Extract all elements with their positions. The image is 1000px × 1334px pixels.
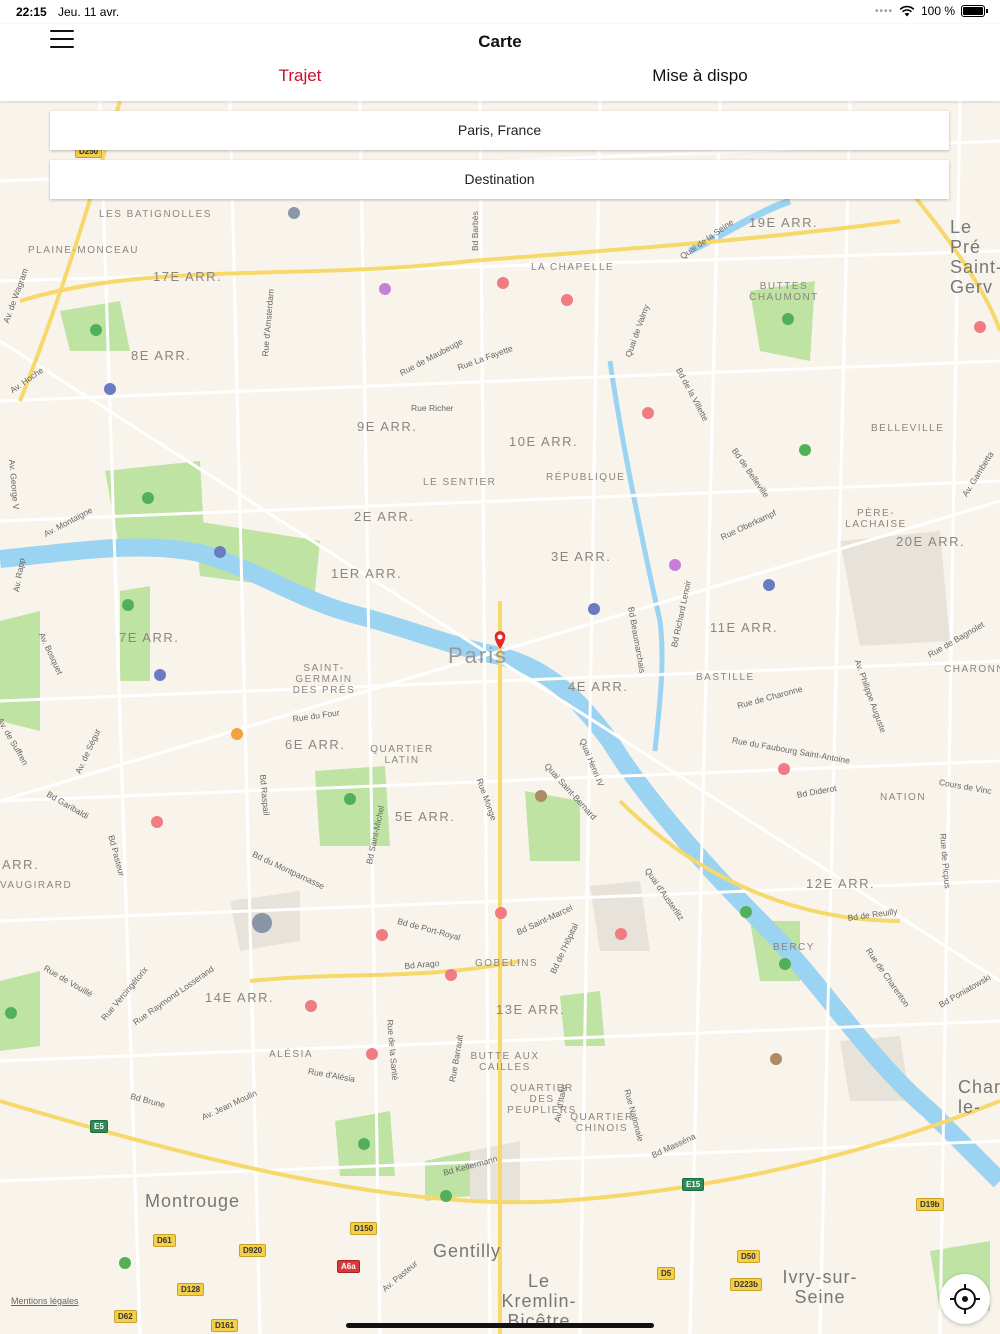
neighborhood-label: QUARTIER CHINOIS [570,1112,634,1134]
route-shield: D19b [916,1198,944,1211]
neighborhood-label: ALÉSIA [269,1049,314,1060]
district-label: 3E ARR. [551,549,612,564]
neighborhood-label: BASTILLE [696,672,755,683]
neighborhood-label: SAINT-GERMAIN DES PRÉS [292,663,356,696]
district-label: 20E ARR. [896,534,966,549]
district-label: 2E ARR. [354,509,415,524]
neighborhood-label: PÈRE-LACHAISE [845,508,907,530]
locate-me-button[interactable] [940,1274,990,1324]
district-label: 1ER ARR. [331,566,403,581]
route-shield: A6a [337,1260,360,1273]
route-shield: D128 [177,1283,205,1296]
neighborhood-label: BUTTES CHAUMONT [749,281,819,303]
city-label: Paris [448,643,509,668]
town-label: Char le- [958,1077,1000,1117]
district-label: 8E ARR. [131,348,192,363]
status-date: Jeu. 11 avr. [58,5,120,19]
navigation-header: Carte Trajet Mise à dispo [0,24,1000,101]
district-label: 6E ARR. [285,737,346,752]
home-indicator [346,1323,654,1328]
neighborhood-label: BERCY [773,942,815,953]
district-label: ARR. [2,857,40,872]
town-label: Ivry-sur-Seine [782,1267,858,1307]
map-view[interactable]: 17E ARR. 8E ARR. 9E ARR. 10E ARR. 19E AR… [0,101,1000,1334]
district-label: 7E ARR. [119,630,180,645]
battery-percent: 100 % [920,4,955,18]
district-label: 9E ARR. [357,419,418,434]
street-label: Rue Richer [411,403,454,413]
battery-icon [961,5,985,17]
destination-field[interactable]: Destination [50,160,949,199]
neighborhood-label: RÉPUBLIQUE [546,472,626,483]
tab-mise-a-dispo[interactable]: Mise à dispo [450,66,950,86]
status-bar: 22:15 Jeu. 11 avr. •••• 100 % [0,0,1000,24]
route-shield: D150 [350,1222,378,1235]
route-shield: E5 [90,1120,108,1133]
district-label: 12E ARR. [806,876,876,891]
district-label: 4E ARR. [568,679,629,694]
route-shield: E15 [682,1178,705,1191]
district-label: 14E ARR. [205,990,275,1005]
neighborhood-label: LE SENTIER [423,477,497,488]
street-label: Bd Barbès [470,211,480,251]
neighborhood-label: LES BATIGNOLLES [99,209,212,220]
neighborhood-label: CHARONN [944,664,1000,675]
crosshair-icon [950,1284,980,1314]
wifi-icon [899,5,915,17]
page-title: Carte [478,32,522,51]
neighborhood-label: LA CHAPELLE [531,262,615,273]
map-canvas[interactable] [0,101,1000,1334]
district-label: 11E ARR. [710,620,779,635]
route-shield: D5 [657,1267,676,1280]
district-label: 19E ARR. [749,215,819,230]
neighborhood-label: GOBELINS [475,958,539,969]
neighborhood-label: NATION [880,792,927,803]
route-shield: D223b [730,1278,763,1291]
district-label: 17E ARR. [153,269,223,284]
route-shield: D50 [737,1250,760,1263]
route-shield: D161 [211,1319,239,1332]
origin-field[interactable]: Paris, France [50,111,949,150]
neighborhood-label: VAUGIRARD [0,880,73,891]
status-time: 22:15 [16,5,47,19]
neighborhood-label: PLAINE-MONCEAU [28,245,140,256]
route-shield: D61 [153,1234,176,1247]
route-shield: D920 [239,1244,267,1257]
town-label: Le Pré Saint-Gerv [950,217,1000,297]
town-label: Montrouge [145,1191,241,1211]
town-label: Gentilly [433,1241,502,1261]
district-label: 10E ARR. [509,434,579,449]
legal-notice-link[interactable]: Mentions légales [11,1296,79,1306]
multitasking-dots-icon: •••• [874,5,893,17]
district-label: 5E ARR. [395,809,456,824]
status-indicators: •••• 100 % [875,4,988,18]
battery-tip [986,9,988,13]
district-label: 13E ARR. [496,1002,566,1017]
neighborhood-label: BUTTE AUX CAILLES [470,1051,540,1073]
route-shield: D62 [114,1310,137,1323]
town-label: Le Kremlin-Bicêtre [501,1271,577,1331]
neighborhood-label: BELLEVILLE [871,423,945,434]
neighborhood-label: QUARTIER LATIN [370,744,434,766]
